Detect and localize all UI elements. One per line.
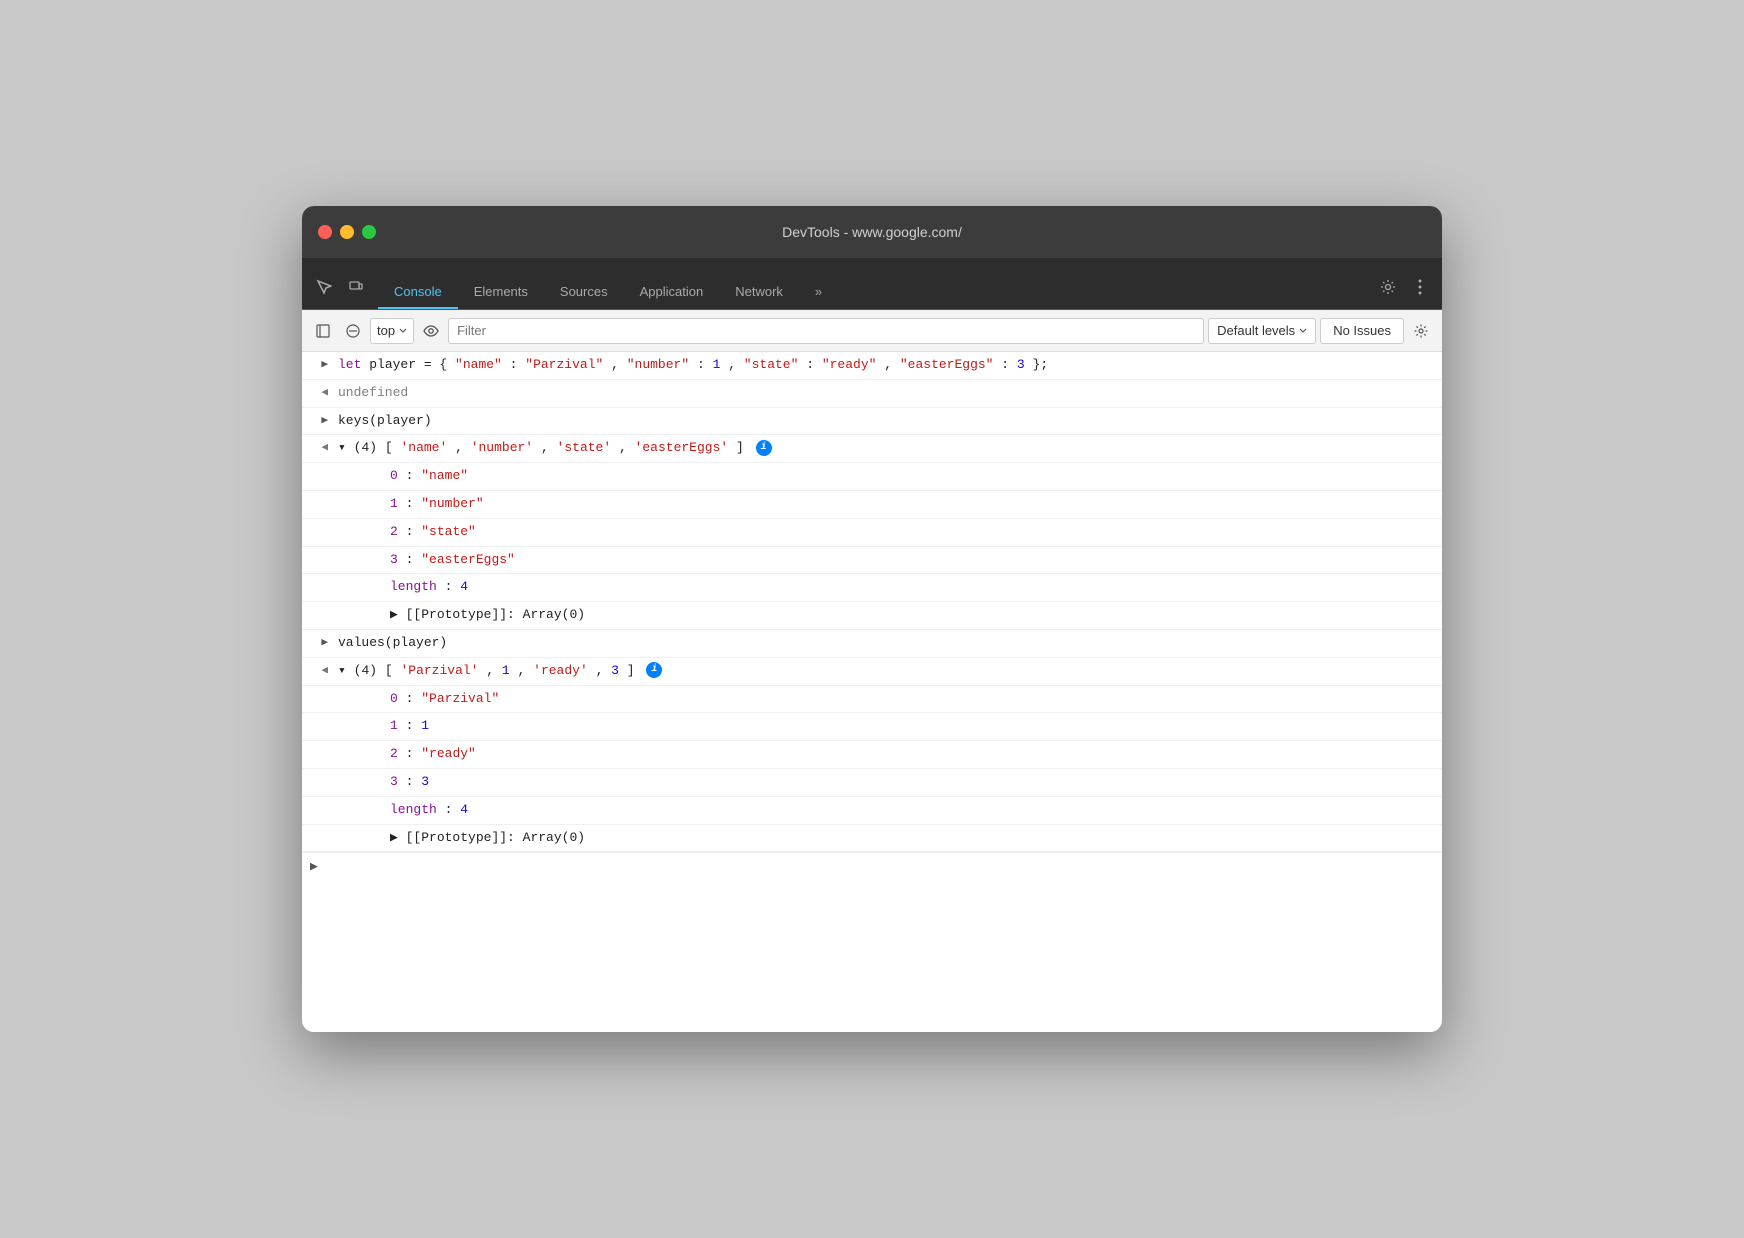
spacer: [322, 577, 354, 579]
traffic-lights: [318, 225, 376, 239]
output-arrow-icon-2: ◀: [302, 438, 334, 454]
spacer: [322, 494, 354, 496]
console-values-call: values(player): [334, 633, 1434, 654]
spacer: [322, 800, 354, 802]
console-output[interactable]: ▶ let player = { "name" : "Parzival" , "…: [302, 352, 1442, 1032]
array-item-content: 2 : "state": [354, 522, 1434, 543]
console-row-array-2-header[interactable]: ◀ ▾ (4) [ 'Parzival' , 1 , 'ready' , 3 ]…: [302, 658, 1442, 686]
minimize-button[interactable]: [340, 225, 354, 239]
settings-icon-button[interactable]: [1374, 273, 1402, 301]
context-label: top: [377, 323, 395, 338]
issues-button[interactable]: No Issues: [1320, 318, 1404, 344]
spacer: [322, 550, 354, 552]
spacer: [322, 689, 354, 691]
array-1-item-1: 1 : "number": [302, 491, 1442, 519]
spacer: [322, 716, 354, 718]
tab-more[interactable]: »: [799, 276, 838, 309]
tab-application[interactable]: Application: [624, 276, 720, 309]
devtools-window: DevTools - www.google.com/ Console Eleme…: [302, 206, 1442, 1032]
console-command-input[interactable]: [324, 859, 1434, 874]
input-arrow-icon: ▶: [302, 355, 334, 371]
filter-input[interactable]: [448, 318, 1204, 344]
spacer: [322, 522, 354, 524]
array-item-content: 0 : "Parzival": [354, 689, 1434, 710]
main-tabs: Console Elements Sources Application Net…: [378, 276, 1374, 309]
array-prototype-content: ▶ [[Prototype]]: Array(0): [354, 828, 1434, 849]
spacer: [322, 828, 354, 830]
array-item-content: 0 : "name": [354, 466, 1434, 487]
tabs-right-icons: [1374, 273, 1434, 309]
tab-sources[interactable]: Sources: [544, 276, 624, 309]
console-input-row: ▶: [302, 852, 1442, 880]
array-1-prototype[interactable]: ▶ [[Prototype]]: Array(0): [302, 602, 1442, 630]
array-item-content: 1 : 1: [354, 716, 1434, 737]
array-2-item-0: 0 : "Parzival": [302, 686, 1442, 714]
array-prototype-content: ▶ [[Prototype]]: Array(0): [354, 605, 1434, 626]
levels-label: Default levels: [1217, 323, 1295, 338]
eye-button[interactable]: [418, 318, 444, 344]
console-toolbar: top Default levels No Issues: [302, 310, 1442, 352]
spacer: [322, 772, 354, 774]
device-toggle-button[interactable]: [342, 273, 370, 301]
console-row-input-1: ▶ let player = { "name" : "Parzival" , "…: [302, 352, 1442, 380]
array-1-length: length : 4: [302, 574, 1442, 602]
console-array-2-header: ▾ (4) [ 'Parzival' , 1 , 'ready' , 3 ] i: [334, 661, 1434, 682]
context-selector[interactable]: top: [370, 318, 414, 344]
console-row-output-1: ◀ undefined: [302, 380, 1442, 408]
clear-console-button[interactable]: [340, 318, 366, 344]
array-item-content: 2 : "ready": [354, 744, 1434, 765]
sidebar-toggle-button[interactable]: [310, 318, 336, 344]
tab-elements[interactable]: Elements: [458, 276, 544, 309]
array-2-item-1: 1 : 1: [302, 713, 1442, 741]
info-badge-1[interactable]: i: [756, 440, 772, 456]
default-levels-button[interactable]: Default levels: [1208, 318, 1316, 344]
array-length-content: length : 4: [354, 800, 1434, 821]
spacer: [322, 744, 354, 746]
cmd-prompt-icon: ▶: [310, 859, 318, 874]
console-array-1-header: ▾ (4) [ 'name' , 'number' , 'state' , 'e…: [334, 438, 1434, 459]
array-item-content: 3 : 3: [354, 772, 1434, 793]
console-settings-button[interactable]: [1408, 318, 1434, 344]
issues-label: No Issues: [1333, 323, 1391, 338]
input-arrow-icon-2: ▶: [302, 411, 334, 427]
array-1-item-2: 2 : "state": [302, 519, 1442, 547]
array-2-item-2: 2 : "ready": [302, 741, 1442, 769]
spacer: [322, 466, 354, 468]
window-title: DevTools - www.google.com/: [782, 224, 962, 240]
array-item-content: 1 : "number": [354, 494, 1434, 515]
info-badge-2[interactable]: i: [646, 662, 662, 678]
console-row-array-1-header[interactable]: ◀ ▾ (4) [ 'name' , 'number' , 'state' , …: [302, 435, 1442, 463]
tab-action-icons: [310, 273, 370, 309]
array-2-length: length : 4: [302, 797, 1442, 825]
array-2-prototype[interactable]: ▶ [[Prototype]]: Array(0): [302, 825, 1442, 853]
array-item-content: 3 : "easterEggs": [354, 550, 1434, 571]
console-keys-call: keys(player): [334, 411, 1434, 432]
output-arrow-icon: ◀: [302, 383, 334, 399]
array-2-item-3: 3 : 3: [302, 769, 1442, 797]
inspect-element-button[interactable]: [310, 273, 338, 301]
maximize-button[interactable]: [362, 225, 376, 239]
tab-console[interactable]: Console: [378, 276, 458, 309]
console-row-input-3: ▶ values(player): [302, 630, 1442, 658]
title-bar: DevTools - www.google.com/: [302, 206, 1442, 258]
array-1-item-3: 3 : "easterEggs": [302, 547, 1442, 575]
spacer: [322, 605, 354, 607]
console-code-1: let player = { "name" : "Parzival" , "nu…: [334, 355, 1434, 376]
tab-network[interactable]: Network: [719, 276, 799, 309]
console-row-input-2: ▶ keys(player): [302, 408, 1442, 436]
array-1-item-0: 0 : "name": [302, 463, 1442, 491]
tabs-bar: Console Elements Sources Application Net…: [302, 258, 1442, 310]
input-arrow-icon-3: ▶: [302, 633, 334, 649]
close-button[interactable]: [318, 225, 332, 239]
array-length-content: length : 4: [354, 577, 1434, 598]
more-options-button[interactable]: [1406, 273, 1434, 301]
console-undefined: undefined: [334, 383, 1434, 404]
output-arrow-icon-3: ◀: [302, 661, 334, 677]
